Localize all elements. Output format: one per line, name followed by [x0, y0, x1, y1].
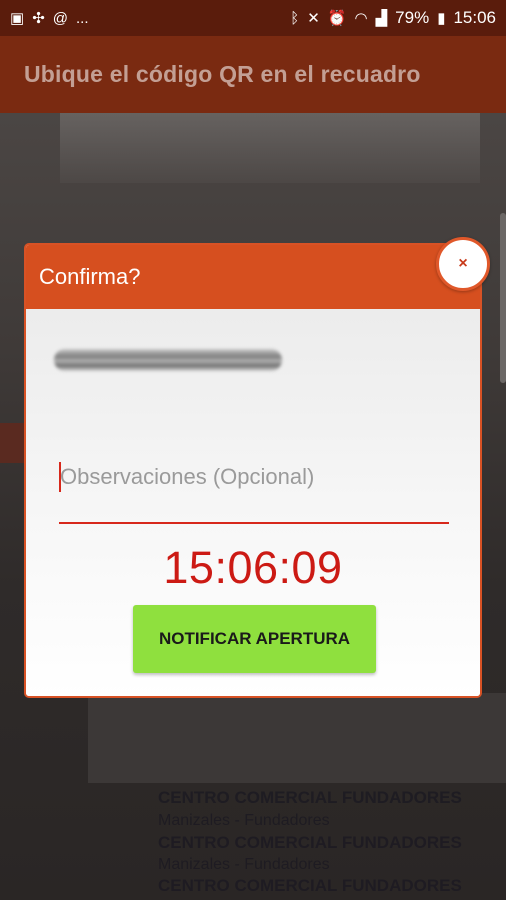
more-icon: ... — [76, 9, 89, 27]
confirm-dialog: Confirma? 15:06:09 NOTIFICAR APERTURA — [24, 243, 482, 698]
battery-icon: ▮ — [437, 9, 446, 27]
dialog-body: 15:06:09 NOTIFICAR APERTURA — [26, 309, 480, 696]
pinwheel-icon: ✣ — [32, 9, 45, 27]
observations-field[interactable] — [59, 454, 449, 524]
page-title: Ubique el código QR en el recuadro — [24, 61, 421, 87]
mute-icon: ✕ — [307, 9, 320, 27]
background-text-line: CENTRO COMERCIAL FUNDADORES — [158, 788, 462, 807]
camera-glare — [60, 113, 480, 183]
battery-percent: 79% — [395, 8, 430, 27]
dialog-header: Confirma? — [26, 245, 480, 309]
scrollbar — [500, 213, 506, 383]
background-text-line: CENTRO COMERCIAL FUNDADORES — [158, 876, 462, 895]
background-text-line: Manizales - Fundadores — [158, 812, 330, 829]
background-card — [88, 693, 506, 783]
status-bar: ▣ ✣ @ ... ᛒ ✕ ⏰ ◠ ▟ 79% ▮ 15:06 — [0, 0, 506, 36]
background-text-line: Manizales - Fundadores — [158, 856, 330, 873]
blurred-user-name — [54, 349, 282, 371]
close-button[interactable]: × — [436, 237, 490, 291]
signal-icon: ▟ — [375, 9, 388, 27]
time-display: 15:06:09 — [163, 542, 343, 593]
notify-opening-button[interactable]: NOTIFICAR APERTURA — [133, 605, 376, 673]
alarm-icon: ⏰ — [327, 9, 347, 27]
status-time: 15:06 — [453, 8, 496, 27]
close-icon: × — [458, 255, 468, 272]
bluetooth-icon: ᛒ — [290, 9, 300, 27]
dialog-title: Confirma? — [39, 264, 141, 289]
background-text-line: CENTRO COMERCIAL FUNDADORES — [158, 833, 462, 852]
status-right-icons: ᛒ ✕ ⏰ ◠ ▟ 79% ▮ 15:06 — [290, 8, 496, 28]
image-icon: ▣ — [10, 9, 25, 27]
app-bar: Ubique el código QR en el recuadro — [0, 36, 506, 113]
status-left-icons: ▣ ✣ @ ... — [10, 11, 89, 26]
at-sign-icon: @ — [52, 9, 68, 27]
observations-input[interactable] — [59, 459, 445, 495]
wifi-icon: ◠ — [354, 9, 368, 27]
